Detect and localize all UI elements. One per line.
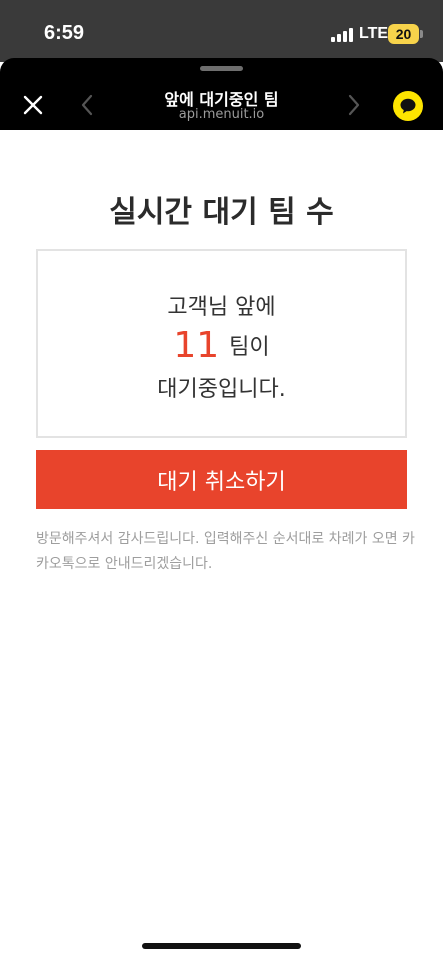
wait-count: 11 [173,325,220,366]
status-bar: 6:59 LTE 20 [0,0,443,62]
kakaotalk-button[interactable] [393,91,423,121]
battery-level: 20 [395,26,412,42]
browser-header: 앞에 대기중인 팀 api.menuit.io [0,58,443,130]
page-url: api.menuit.io [178,107,265,122]
signal-icon [331,27,355,42]
wait-line-3: 대기중입니다. [157,377,286,402]
battery-tip [420,30,423,38]
forward-button[interactable] [342,92,364,118]
wait-unit: 팀이 [229,335,270,360]
page-title: 실시간 대기 팀 수 [109,195,334,230]
kakaotalk-icon [400,98,416,114]
chevron-right-icon [348,94,360,116]
sheet-grabber[interactable] [200,66,243,71]
cancel-wait-button[interactable]: 대기 취소하기 [36,450,407,509]
home-indicator[interactable] [142,943,301,949]
status-time: 6:59 [44,22,85,44]
wait-status-box: 고객님 앞에 11 팀이 대기중입니다. [36,249,407,438]
wait-line-1: 고객님 앞에 [167,295,276,320]
notice-text: 방문해주셔서 감사드립니다. 입력해주신 순서대로 차례가 오면 카카오톡으로 … [36,531,415,572]
battery-icon: 20 [388,24,419,44]
network-label: LTE [359,25,389,42]
wait-line-2: 11 팀이 [38,325,405,366]
